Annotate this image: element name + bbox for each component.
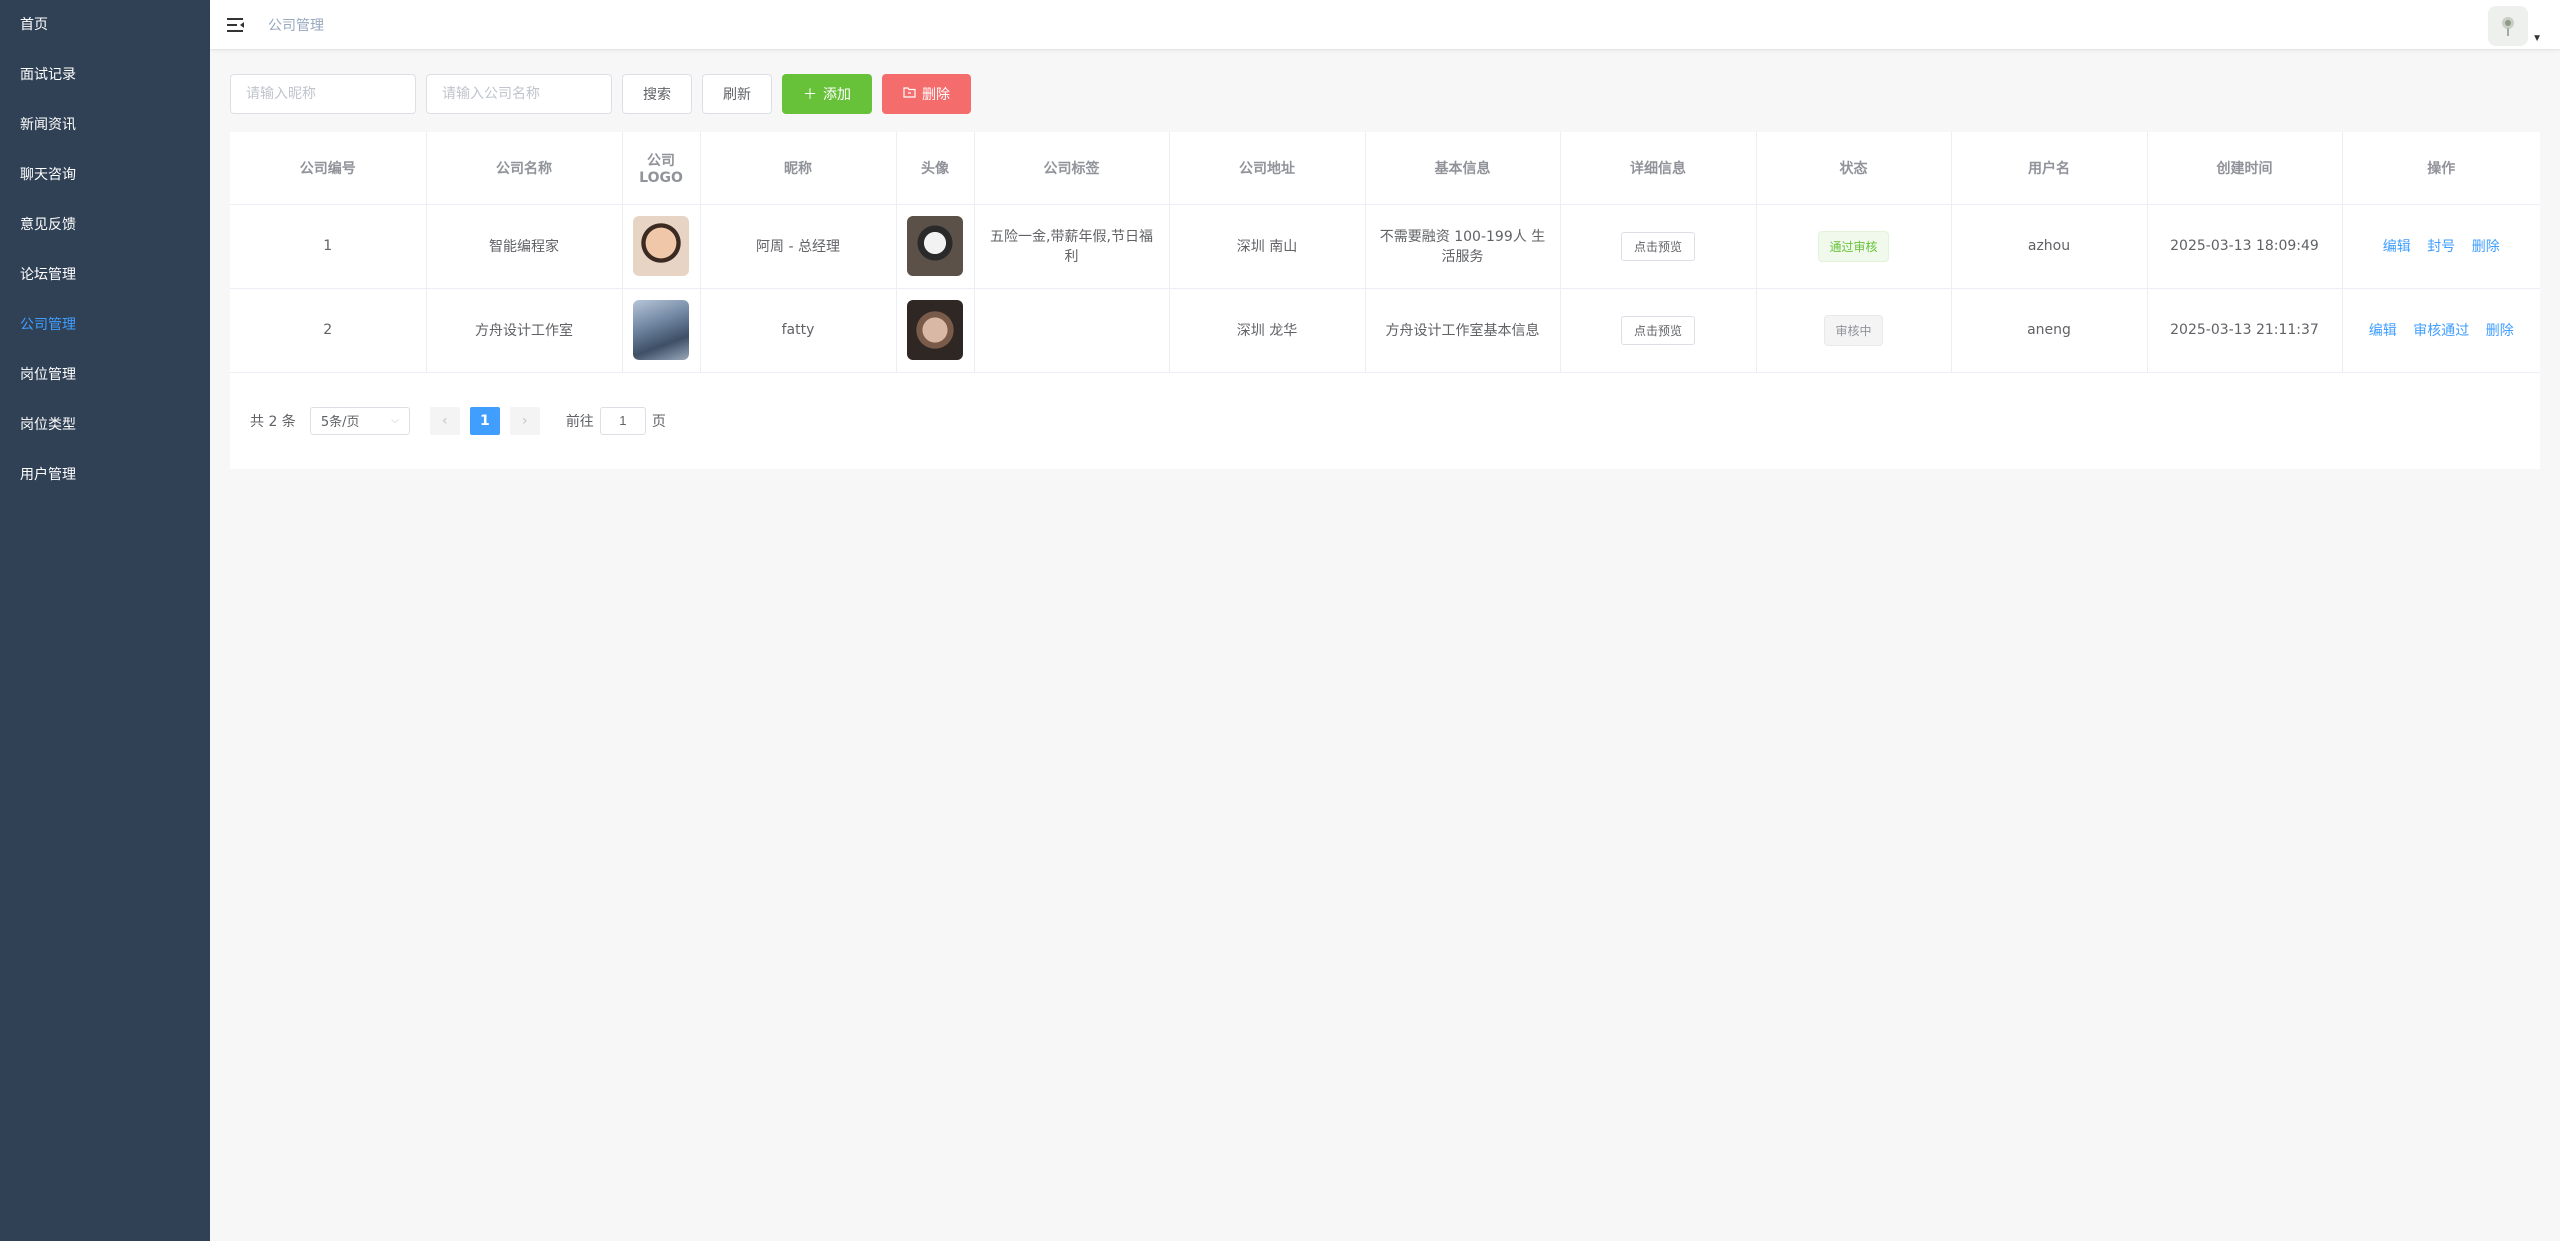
- navbar: 公司管理 ▼: [210, 0, 2560, 50]
- cell-nickname: 阿周 - 总经理: [700, 204, 897, 289]
- table-row: 1 智能编程家 阿周 - 总经理 五险一金,带薪年假,节日福利 深圳 南山 不需…: [230, 204, 2540, 289]
- toolbar: 搜索 刷新 ＋ 添加 删除: [230, 74, 2540, 114]
- header-avatar: 头像: [896, 132, 975, 205]
- header-company-name: 公司名称: [426, 132, 623, 205]
- avatar-image[interactable]: [907, 300, 963, 360]
- sidebar-item-chat[interactable]: 聊天咨询: [0, 150, 210, 200]
- cell-company-address: 深圳 南山: [1169, 204, 1366, 289]
- cell-company-id: 1: [230, 204, 427, 289]
- cell-status: 通过审核: [1756, 204, 1952, 289]
- table-row: 2 方舟设计工作室 fatty 深圳 龙华 方舟设计工作室基本信息 点击预览 审…: [230, 288, 2540, 373]
- cell-nickname: fatty: [700, 288, 897, 373]
- sidebar-item-job-types[interactable]: 岗位类型: [0, 400, 210, 450]
- plus-icon: ＋: [803, 87, 817, 103]
- status-badge: 通过审核: [1818, 230, 1889, 262]
- chevron-down-icon: ⌵: [391, 415, 399, 426]
- cell-actions: 编辑 审核通过 删除: [2342, 288, 2540, 373]
- prev-page-button[interactable]: ‹: [429, 406, 460, 435]
- delete-button[interactable]: 删除: [882, 74, 971, 114]
- header-status: 状态: [1756, 132, 1952, 205]
- sidebar-item-feedback[interactable]: 意见反馈: [0, 200, 210, 250]
- sidebar-item-forum[interactable]: 论坛管理: [0, 250, 210, 300]
- page-size-select[interactable]: 5条/页 ⌵: [309, 406, 410, 435]
- pagination-total: 共 2 条: [250, 413, 296, 430]
- hamburger-icon[interactable]: [226, 15, 246, 35]
- cell-avatar: [896, 288, 975, 373]
- cell-created-time: 2025-03-13 18:09:49: [2147, 204, 2343, 289]
- sidebar-item-users[interactable]: 用户管理: [0, 450, 210, 500]
- goto-prefix: 前往: [565, 413, 594, 430]
- cell-basic-info: 不需要融资 100-199人 生活服务: [1365, 204, 1561, 289]
- cell-company-id: 2: [230, 288, 427, 373]
- preview-button[interactable]: 点击预览: [1620, 231, 1695, 261]
- delete-button-label: 删除: [922, 87, 950, 103]
- caret-down-icon[interactable]: ▼: [2532, 33, 2542, 44]
- page-number-active[interactable]: 1: [469, 406, 500, 435]
- cell-basic-info: 方舟设计工作室基本信息: [1365, 288, 1561, 373]
- search-button[interactable]: 搜索: [622, 74, 692, 114]
- sidebar-item-jobs[interactable]: 岗位管理: [0, 350, 210, 400]
- chevron-right-icon: ›: [522, 412, 528, 429]
- cell-company-address: 深圳 龙华: [1169, 288, 1366, 373]
- pagination: 共 2 条 5条/页 ⌵ ‹ 1 › 前往 页: [230, 373, 2540, 469]
- status-badge: 审核中: [1824, 314, 1883, 346]
- sidebar-item-home[interactable]: 首页: [0, 0, 210, 50]
- cell-company-tags: 五险一金,带薪年假,节日福利: [974, 204, 1170, 289]
- avatar-image[interactable]: [907, 216, 963, 276]
- cell-username: azhou: [1951, 204, 2148, 289]
- company-logo-image[interactable]: [633, 216, 689, 276]
- header-detail-info: 详细信息: [1560, 132, 1757, 205]
- header-username: 用户名: [1951, 132, 2148, 205]
- header-company-tags: 公司标签: [974, 132, 1170, 205]
- cell-username: aneng: [1951, 288, 2148, 373]
- page-size-value: 5条/页: [320, 415, 360, 430]
- nickname-search-input[interactable]: [230, 74, 416, 114]
- cell-status: 审核中: [1756, 288, 1952, 373]
- company-logo-image[interactable]: [633, 300, 689, 360]
- preview-button[interactable]: 点击预览: [1620, 315, 1695, 345]
- cell-detail-info: 点击预览: [1560, 288, 1757, 373]
- company-search-input[interactable]: [426, 74, 612, 114]
- cell-company-logo: [622, 288, 701, 373]
- cell-company-logo: [622, 204, 701, 289]
- chevron-left-icon: ‹: [442, 412, 448, 429]
- header-actions: 操作: [2342, 132, 2540, 205]
- edit-link[interactable]: 编辑: [2383, 239, 2411, 255]
- delete-link[interactable]: 删除: [2486, 323, 2514, 339]
- cell-detail-info: 点击预览: [1560, 204, 1757, 289]
- sidebar-item-interview-records[interactable]: 面试记录: [0, 50, 210, 100]
- edit-link[interactable]: 编辑: [2369, 323, 2397, 339]
- breadcrumb: 公司管理: [268, 17, 324, 34]
- sidebar-item-news[interactable]: 新闻资讯: [0, 100, 210, 150]
- approve-link[interactable]: 审核通过: [2413, 323, 2469, 339]
- sidebar: 首页 面试记录 新闻资讯 聊天咨询 意见反馈 论坛管理 公司管理 岗位管理 岗位…: [0, 0, 210, 1241]
- cell-company-tags: [974, 288, 1170, 373]
- next-page-button[interactable]: ›: [509, 406, 540, 435]
- add-button-label: 添加: [823, 87, 851, 103]
- delete-link[interactable]: 删除: [2472, 239, 2500, 255]
- refresh-button[interactable]: 刷新: [702, 74, 772, 114]
- folder-delete-icon: [903, 86, 916, 102]
- cell-created-time: 2025-03-13 21:11:37: [2147, 288, 2343, 373]
- header-basic-info: 基本信息: [1365, 132, 1561, 205]
- user-menu[interactable]: ▼: [2488, 6, 2542, 46]
- header-company-logo: 公司LOGO: [622, 132, 701, 205]
- header-company-id: 公司编号: [230, 132, 427, 205]
- avatar[interactable]: [2488, 6, 2529, 46]
- cell-actions: 编辑 封号 删除: [2342, 204, 2540, 289]
- goto-suffix: 页: [651, 413, 666, 430]
- header-nickname: 昵称: [700, 132, 897, 205]
- sidebar-item-company[interactable]: 公司管理: [0, 300, 210, 350]
- table-header-row: 公司编号 公司名称 公司LOGO 昵称 头像 公司标签 公司地址 基本信息 详细…: [230, 132, 2540, 205]
- company-table: 公司编号 公司名称 公司LOGO 昵称 头像 公司标签 公司地址 基本信息 详细…: [230, 132, 2540, 469]
- cell-company-name: 方舟设计工作室: [426, 288, 623, 373]
- add-button[interactable]: ＋ 添加: [782, 74, 872, 114]
- ban-link[interactable]: 封号: [2427, 239, 2455, 255]
- goto-page: 前往 页: [565, 406, 666, 435]
- goto-page-input[interactable]: [599, 406, 646, 435]
- cell-avatar: [896, 204, 975, 289]
- cell-company-name: 智能编程家: [426, 204, 623, 289]
- header-created-time: 创建时间: [2147, 132, 2343, 205]
- header-company-address: 公司地址: [1169, 132, 1366, 205]
